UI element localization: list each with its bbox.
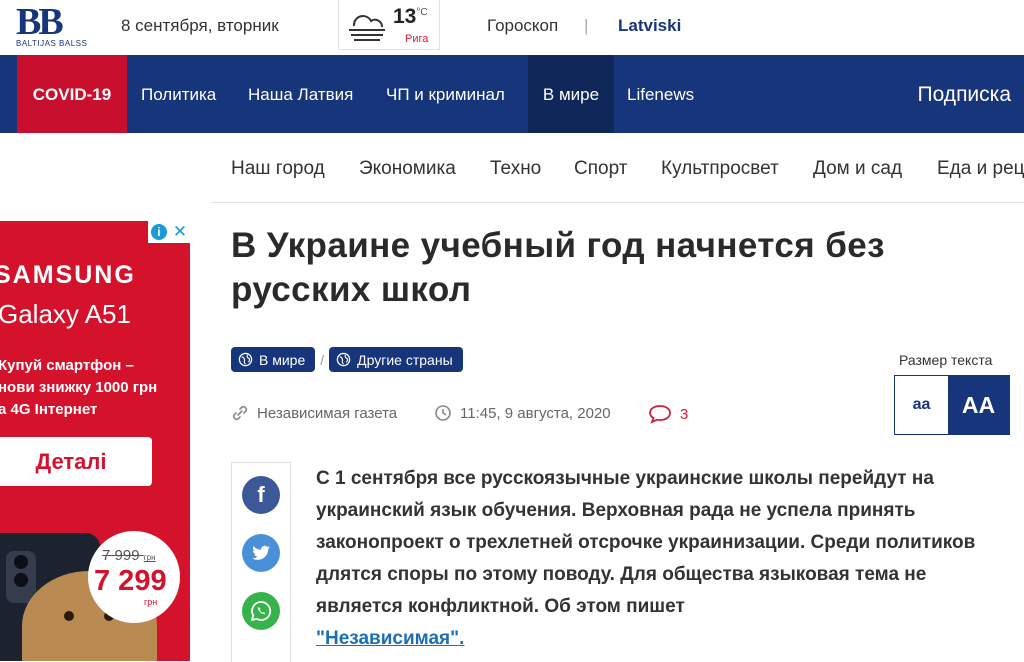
subnav-item-home[interactable]: Дом и сад (813, 158, 902, 180)
top-separator: | (584, 16, 589, 35)
ad-model: Galaxy A51 (0, 299, 131, 329)
comment-icon (649, 405, 671, 424)
globe-icon (238, 352, 253, 367)
twitter-share-button[interactable] (242, 534, 280, 572)
current-date: 8 сентября, вторник (121, 16, 279, 35)
ad-old-price: 7 999 грн (102, 547, 156, 564)
nav-item-politics[interactable]: Политика (141, 55, 216, 133)
clock-icon (435, 405, 451, 421)
whatsapp-icon (250, 601, 272, 622)
language-switch[interactable]: Latviski (618, 16, 681, 36)
share-bar: f (231, 462, 291, 662)
article-title: В Украине учебный год начнется без русск… (231, 226, 885, 309)
facebook-share-button[interactable]: f (242, 476, 280, 514)
text-size-big-button[interactable]: AA (948, 376, 1009, 434)
source-name: Независимая газета (257, 404, 398, 422)
subnav-item-sport[interactable]: Спорт (574, 158, 627, 180)
article-tags: В мире / Другие страны (231, 347, 463, 372)
text-size-label: Размер текста (899, 352, 993, 368)
main-nav: COVID-19 Политика Наша Латвия ЧП и крими… (0, 55, 1024, 133)
weather-widget[interactable]: 13°C Рига (338, 0, 440, 50)
samsung-ad-banner[interactable]: i ✕ SAMSUNG Galaxy A51 Купуй смартфон – … (0, 221, 190, 661)
text-size-small-button[interactable]: aa (895, 376, 948, 434)
nav-item-lifenews[interactable]: Lifenews (627, 55, 694, 133)
comments-link[interactable]: 3 (648, 404, 688, 424)
ad-details-button[interactable]: Деталі (0, 437, 152, 486)
ad-promo-text: Купуй смартфон – нови знижку 1000 грн а … (0, 355, 190, 421)
link-icon (232, 405, 248, 421)
subnav-item-city[interactable]: Наш город (231, 158, 325, 180)
ad-controls: i ✕ (148, 221, 190, 243)
ad-close-icon[interactable]: ✕ (173, 223, 187, 240)
temperature: 13°C (393, 5, 428, 28)
article-datetime: 11:45, 9 августа, 2020 (434, 404, 611, 422)
ad-promo-line: нови знижку 1000 грн (0, 379, 158, 396)
tag-other-countries[interactable]: Другие страны (329, 347, 463, 372)
tag-label: Другие страны (357, 351, 453, 368)
sub-nav: Наш город Экономика Техно Спорт Культпро… (211, 135, 1024, 203)
comments-count: 3 (680, 405, 689, 423)
facebook-icon: f (257, 482, 265, 507)
tag-label: В мире (259, 351, 306, 368)
nav-item-covid[interactable]: COVID-19 (17, 55, 127, 133)
top-bar: BB BALTIJAS BALSS 8 сентября, вторник 13… (0, 0, 1024, 55)
ad-price-badge: 7 999 грн 7 299 грн (88, 531, 180, 623)
source-link[interactable]: "Независимая". (316, 628, 464, 649)
subnav-item-tech[interactable]: Техно (490, 158, 541, 180)
ad-info-icon[interactable]: i (150, 224, 167, 240)
text-size-switch: aa AA (894, 375, 1010, 435)
nav-item-world[interactable]: В мире (528, 55, 614, 133)
logo-mark: BB (16, 1, 64, 43)
ad-currency: грн (144, 597, 158, 607)
tag-separator: / (320, 351, 325, 368)
ad-new-price: 7 299 (94, 565, 167, 597)
subnav-item-food[interactable]: Еда и рец (937, 158, 1024, 180)
subscribe-link[interactable]: Подписка (918, 55, 1012, 135)
article-lead: С 1 сентября все русскоязычные украински… (316, 463, 1016, 655)
twitter-icon (252, 545, 270, 560)
whatsapp-share-button[interactable] (242, 592, 280, 630)
subnav-item-economy[interactable]: Экономика (359, 158, 456, 180)
horoscope-link[interactable]: Гороскоп (487, 16, 558, 36)
cloudy-weather-icon (349, 15, 385, 41)
lead-text: С 1 сентября все русскоязычные украински… (316, 468, 976, 617)
ad-promo-line: а 4G Інтернет (0, 401, 98, 418)
globe-icon (336, 352, 351, 367)
nav-item-crime[interactable]: ЧП и криминал (386, 55, 505, 133)
logo-subtitle: BALTIJAS BALSS (16, 39, 88, 48)
article-source[interactable]: Независимая газета (231, 404, 397, 422)
ad-promo-line: Купуй смартфон – (0, 357, 134, 374)
site-logo[interactable]: BB BALTIJAS BALSS (16, 1, 94, 49)
weather-city: Рига (405, 33, 429, 45)
tag-world[interactable]: В мире (231, 347, 316, 372)
nav-item-latvia[interactable]: Наша Латвия (248, 55, 353, 133)
ad-brand: SAMSUNG (0, 261, 136, 289)
publish-datetime: 11:45, 9 августа, 2020 (460, 404, 611, 422)
subnav-item-culture[interactable]: Культпросвет (661, 158, 779, 180)
